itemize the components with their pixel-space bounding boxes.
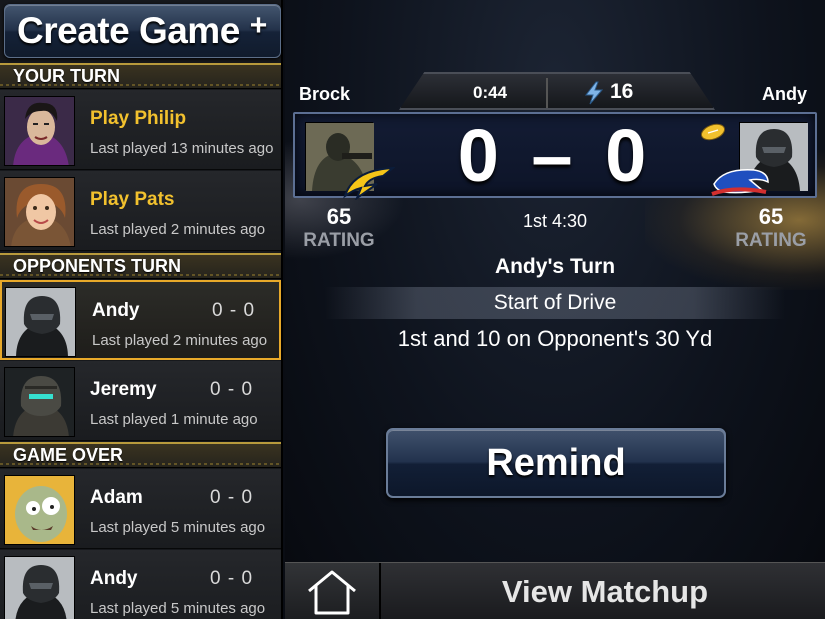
section-header-your-turn: YOUR TURN <box>0 63 281 89</box>
game-name: Andy <box>92 300 140 321</box>
avatar <box>4 96 75 166</box>
game-row-andy[interactable]: Andy 0 - 0 Last played 5 minutes ago <box>0 550 281 619</box>
game-row-philip[interactable]: Play Philip Last played 13 minutes ago <box>0 90 281 170</box>
last-played: Last played 5 minutes ago <box>90 600 266 617</box>
avatar <box>4 367 75 437</box>
remind-button[interactable]: Remind <box>386 428 726 498</box>
last-played: Last played 2 minutes ago <box>90 221 266 238</box>
home-icon <box>308 570 356 615</box>
game-name: Jeremy <box>90 379 157 400</box>
game-name: Play Philip <box>90 108 187 129</box>
game-name: Play Pats <box>90 189 175 210</box>
game-name: Adam <box>90 487 143 508</box>
section-label: OPPONENTS TURN <box>13 256 182 276</box>
section-header-opponents-turn: OPPONENTS TURN <box>0 253 281 279</box>
game-clock: 0:44 <box>473 83 508 102</box>
home-player-name: Brock <box>299 84 351 104</box>
matchup-panel: Brock Andy 0:44 16 0 – 0 65 RATING 65 RA… <box>285 0 825 619</box>
game-score: 0 - 0 <box>212 300 256 321</box>
game-row-pats[interactable]: Play Pats Last played 2 minutes ago <box>0 171 281 251</box>
avatar <box>4 177 75 247</box>
view-matchup-button[interactable]: View Matchup <box>385 563 825 619</box>
game-score: 0 - 0 <box>210 487 254 508</box>
game-clock-bar: 0:44 16 <box>399 72 715 110</box>
last-played: Last played 5 minutes ago <box>90 519 266 536</box>
bills-logo-icon <box>711 169 769 196</box>
game-score: 0 - 0 <box>210 379 254 400</box>
last-played: Last played 1 minute ago <box>90 411 258 428</box>
home-rating-label: RATING <box>303 230 375 251</box>
bottom-bar: View Matchup <box>285 562 825 619</box>
games-sidebar: Create Game + YOUR TURN Play Philip Last… <box>0 0 283 619</box>
turn-indicator: Andy's Turn <box>494 255 616 278</box>
plus-icon: + <box>249 9 268 42</box>
away-rating-label: RATING <box>735 230 807 251</box>
football-possession-icon <box>700 123 726 141</box>
game-row-andy-selected[interactable]: Andy 0 - 0 Last played 2 minutes ago <box>0 280 281 360</box>
last-played: Last played 2 minutes ago <box>92 332 268 349</box>
game-row-jeremy[interactable]: Jeremy 0 - 0 Last played 1 minute ago <box>0 361 281 441</box>
section-header-game-over: GAME OVER <box>0 442 281 468</box>
create-game-button[interactable]: Create Game + <box>4 4 281 58</box>
create-game-label: Create Game <box>17 10 240 51</box>
divider <box>546 78 548 108</box>
section-label: GAME OVER <box>13 445 124 465</box>
down-value: 16 <box>610 80 634 103</box>
home-button[interactable] <box>285 563 381 619</box>
away-player-name: Andy <box>762 84 807 104</box>
quarter-clock: 1st 4:30 <box>522 211 588 231</box>
lightning-icon <box>584 81 604 105</box>
avatar <box>5 287 76 357</box>
game-row-adam[interactable]: Adam 0 - 0 Last played 5 minutes ago <box>0 469 281 549</box>
down-and-distance: 1st and 10 on Opponent's 30 Yd <box>397 326 713 351</box>
section-label: YOUR TURN <box>13 66 120 86</box>
scoreboard: 0 – 0 <box>293 112 817 200</box>
drive-status: Start of Drive <box>325 287 785 319</box>
game-name: Andy <box>90 568 138 589</box>
game-score: 0 - 0 <box>210 568 254 589</box>
avatar <box>4 556 75 619</box>
avatar <box>4 475 75 545</box>
last-played: Last played 13 minutes ago <box>90 140 274 157</box>
